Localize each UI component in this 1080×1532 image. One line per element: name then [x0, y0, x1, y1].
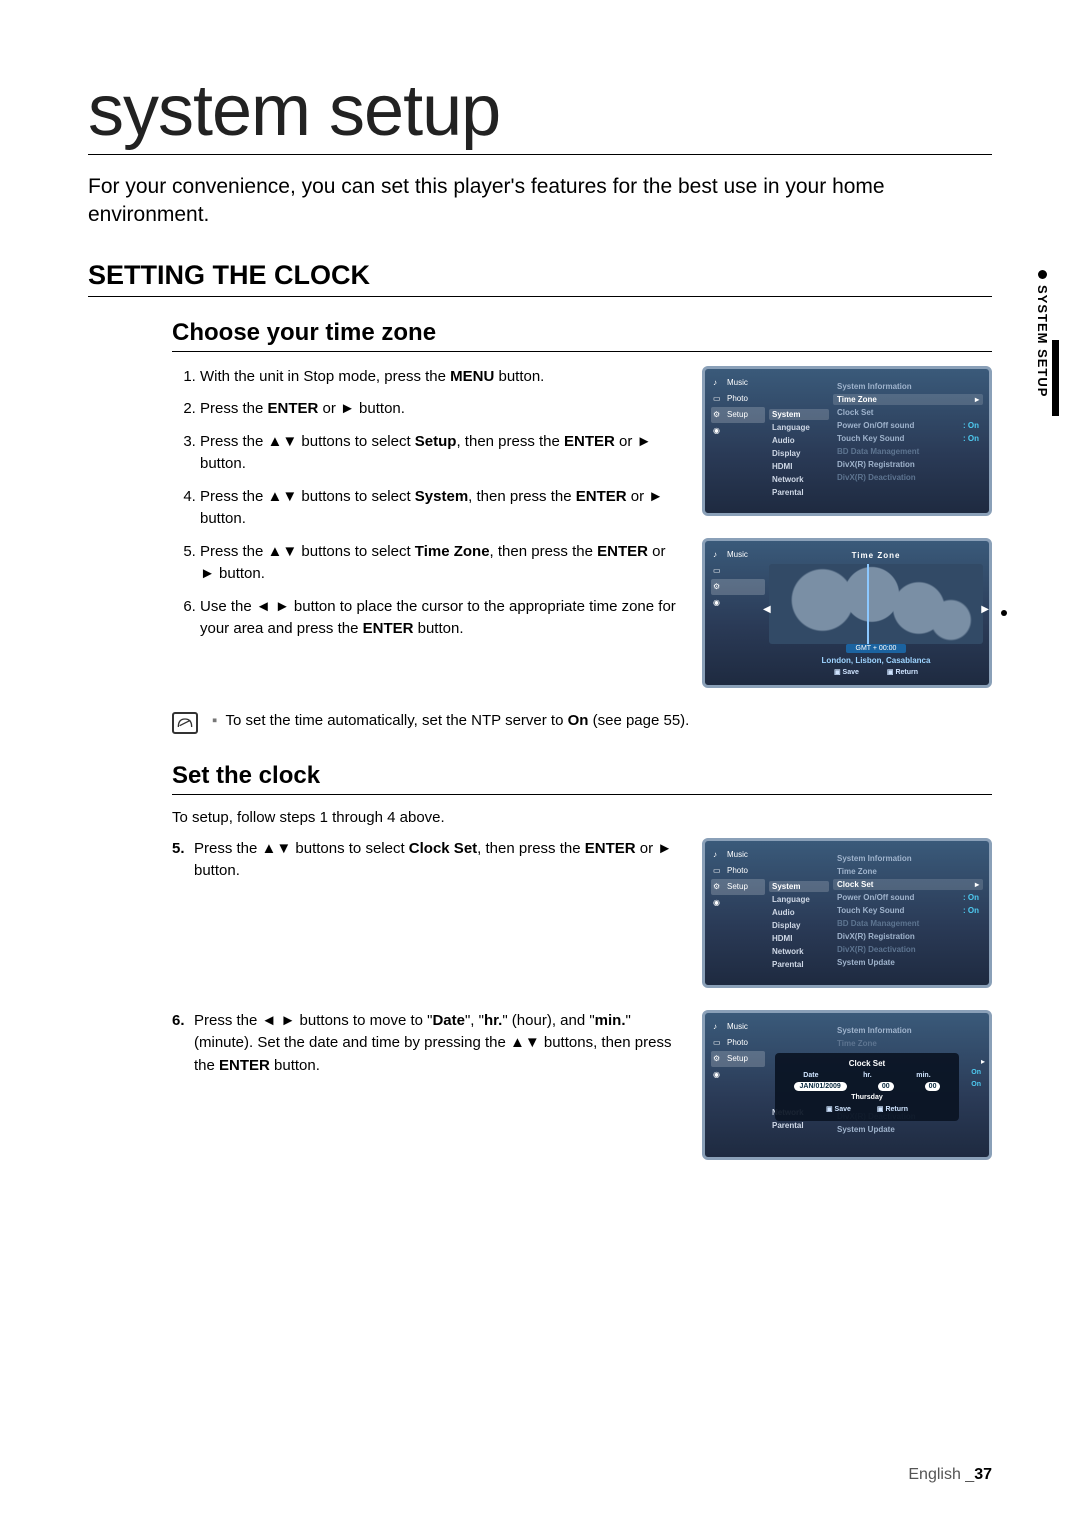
- page-title: system setup: [88, 70, 992, 155]
- osd-r-bd: BD Data Management: [833, 446, 983, 457]
- osd-nav-music: ♪Music: [711, 547, 765, 563]
- osd-figure-clockset-overlay: ♪Music ▭Photo ⚙Setup ◉ Network Parental …: [702, 1010, 992, 1160]
- osd-min-value: 00: [925, 1082, 941, 1091]
- clock-step-5: 5. Press the ▲▼ buttons to select Clock …: [172, 838, 678, 883]
- osd-r-timezone: Time Zone: [833, 1038, 983, 1049]
- subheading-clock: Set the clock: [172, 762, 992, 795]
- arrow-right-icon: ▸: [981, 1057, 985, 1066]
- osd-r-divxd: DivX(R) Deactivation: [833, 472, 983, 483]
- osd-mid-network: Network: [769, 474, 829, 485]
- note-text: To set the time automatically, set the N…: [212, 712, 689, 729]
- osd-nav-photo: ▭Photo: [711, 1035, 765, 1051]
- osd-on-value: On: [971, 1067, 981, 1079]
- osd-r-sysup: System Update: [833, 957, 983, 968]
- osd-mid-network: Network: [769, 946, 829, 957]
- clock-lead: To setup, follow steps 1 through 4 above…: [172, 809, 992, 826]
- osd-col-date: Date: [803, 1072, 818, 1079]
- osd-col-hr: hr.: [863, 1072, 872, 1079]
- osd-overlay-title: Clock Set: [781, 1059, 953, 1068]
- osd-nav-music: ♪Music: [711, 1019, 765, 1035]
- side-tab-system-setup: SYSTEM SETUP: [1035, 270, 1050, 397]
- osd-r-clockset: Clock Set▸: [833, 879, 983, 890]
- osd-r-power: Power On/Off sound: On: [833, 892, 983, 903]
- osd-mid-system: System: [769, 881, 829, 892]
- note-icon: [172, 712, 198, 734]
- osd-nav-setup: ⚙: [711, 579, 765, 595]
- osd-r-timezone: Time Zone▸: [833, 394, 983, 405]
- osd-col-min: min.: [916, 1072, 930, 1079]
- osd-r-divx: DivX(R) Registration: [833, 459, 983, 470]
- step-4: Press the ▲▼ buttons to select System, t…: [200, 486, 678, 531]
- osd-r-sysinfo: System Information: [833, 381, 983, 392]
- osd-mid-display: Display: [769, 920, 829, 931]
- step-1: With the unit in Stop mode, press the ME…: [200, 366, 678, 389]
- osd-gmt-label: GMT + 00:00: [846, 644, 906, 653]
- step-6: Use the ◄ ► button to place the cursor t…: [200, 596, 678, 641]
- osd-figure-worldmap: ♪Music ▭ ⚙ ◉ Time Zone ◀▶ GMT + 00:00 Lo…: [702, 538, 992, 688]
- step-5: Press the ▲▼ buttons to select Time Zone…: [200, 541, 678, 586]
- osd-nav-extra-icon: ◉: [711, 1067, 765, 1083]
- osd-mid-system: System: [769, 409, 829, 420]
- osd-r-touch: Touch Key Sound: On: [833, 905, 983, 916]
- osd-nav-music: ♪Music: [711, 847, 765, 863]
- osd-mid-audio: Audio: [769, 435, 829, 446]
- osd-nav-photo: ▭Photo: [711, 391, 765, 407]
- osd-nav-setup: ⚙Setup: [711, 1051, 765, 1067]
- osd-map-title: Time Zone: [769, 551, 983, 564]
- black-dot-marker: [1001, 610, 1007, 616]
- osd-r-sysup: System Update: [833, 1124, 983, 1135]
- clock-step-6: 6. Press the ◄ ► buttons to move to "Dat…: [172, 1010, 678, 1078]
- osd-day-label: Thursday: [781, 1094, 953, 1101]
- osd-mid-audio: Audio: [769, 907, 829, 918]
- osd-nav-photo: ▭Photo: [711, 863, 765, 879]
- osd-r-sysinfo: System Information: [833, 853, 983, 864]
- osd-mid-display: Display: [769, 448, 829, 459]
- osd-nav-setup: ⚙Setup: [711, 879, 765, 895]
- osd-nav-extra-icon: ◉: [711, 895, 765, 911]
- osd-mid-parental: Parental: [769, 1120, 829, 1131]
- step-2: Press the ENTER or ► button.: [200, 398, 678, 421]
- osd-r-clockset: Clock Set: [833, 407, 983, 418]
- osd-r-timezone: Time Zone: [833, 866, 983, 877]
- osd-r-divxd: DivX(R) Deactivation: [833, 944, 983, 955]
- osd-save-button: ▣ Save: [834, 668, 859, 676]
- osd-nav-extra-icon: ◉: [711, 423, 765, 439]
- osd-city-label: London, Lisbon, Casablanca: [769, 653, 983, 668]
- osd-mid-language: Language: [769, 894, 829, 905]
- osd-nav-music: ♪Music: [711, 375, 765, 391]
- osd-save-button: ▣ Save: [826, 1105, 851, 1113]
- osd-return-button: ▣ Return: [877, 1105, 908, 1113]
- step-3: Press the ▲▼ buttons to select Setup, th…: [200, 431, 678, 476]
- osd-nav-extra-icon: ◉: [711, 595, 765, 611]
- osd-nav-setup: ⚙Setup: [711, 407, 765, 423]
- side-tab-marker: [1052, 340, 1059, 416]
- subheading-timezone: Choose your time zone: [172, 319, 992, 352]
- osd-date-value: JAN/01/2009: [794, 1082, 847, 1091]
- osd-r-divx: DivX(R) Registration: [833, 931, 983, 942]
- page-footer: English _37: [908, 1466, 992, 1484]
- timezone-steps: With the unit in Stop mode, press the ME…: [172, 366, 678, 641]
- arrow-right-icon: ▶: [981, 604, 989, 615]
- osd-figure-timezone: ♪Music ▭Photo ⚙Setup ◉ System Language A…: [702, 366, 992, 516]
- osd-r-power: Power On/Off sound: On: [833, 420, 983, 431]
- osd-world-map: ◀▶: [769, 564, 983, 644]
- osd-r-bd: BD Data Management: [833, 918, 983, 929]
- osd-mid-language: Language: [769, 422, 829, 433]
- osd-on-value: On: [971, 1079, 981, 1091]
- osd-r-touch: Touch Key Sound: On: [833, 433, 983, 444]
- osd-nav-photo: ▭: [711, 563, 765, 579]
- section-heading: SETTING THE CLOCK: [88, 260, 992, 297]
- osd-figure-clockset-list: ♪Music ▭Photo ⚙Setup ◉ System Language A…: [702, 838, 992, 988]
- osd-mid-hdmi: HDMI: [769, 461, 829, 472]
- osd-hr-value: 00: [878, 1082, 894, 1091]
- osd-mid-hdmi: HDMI: [769, 933, 829, 944]
- osd-mid-parental: Parental: [769, 487, 829, 498]
- osd-r-sysinfo: System Information: [833, 1025, 983, 1036]
- osd-mid-parental: Parental: [769, 959, 829, 970]
- intro-text: For your convenience, you can set this p…: [88, 173, 992, 230]
- osd-return-button: ▣ Return: [887, 668, 918, 676]
